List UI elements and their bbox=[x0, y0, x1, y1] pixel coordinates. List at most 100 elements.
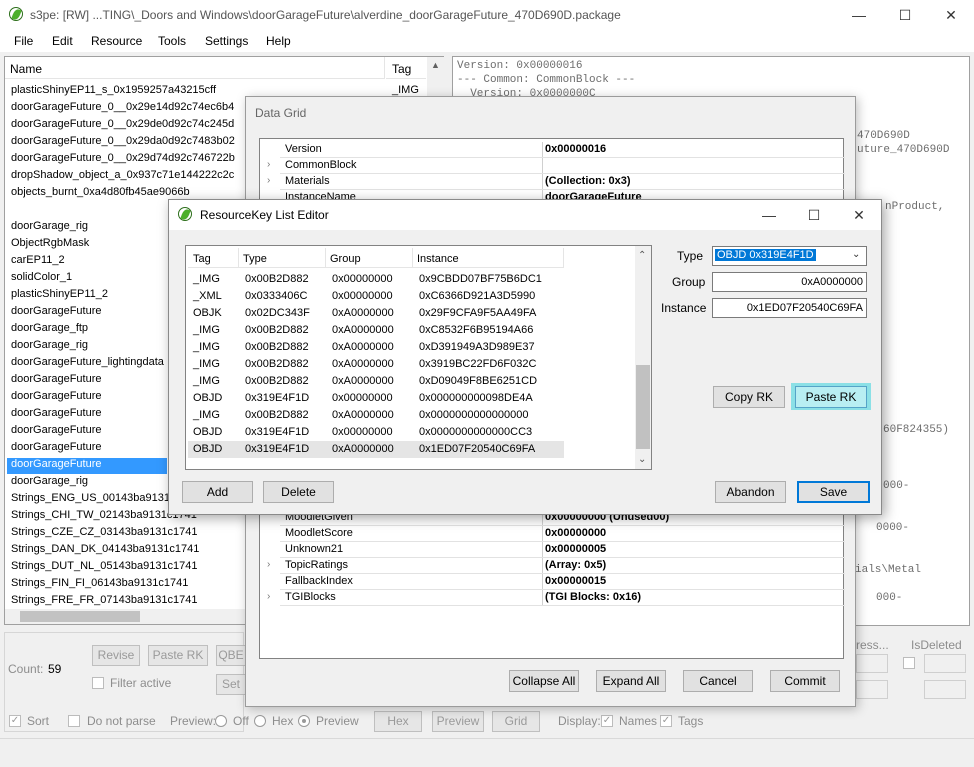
list-item[interactable]: doorGarageFuture bbox=[11, 373, 102, 385]
grid-button[interactable]: Grid bbox=[492, 711, 540, 732]
scroll-up-icon[interactable]: ⌃ bbox=[638, 250, 646, 261]
revise-button[interactable]: Revise bbox=[92, 645, 140, 666]
size-field[interactable] bbox=[856, 680, 888, 699]
grid-row[interactable]: MoodletScore 0x00000000 bbox=[260, 526, 845, 542]
off-radio[interactable] bbox=[215, 715, 227, 727]
editor-minimize-button[interactable]: — bbox=[746, 200, 792, 230]
rk-row[interactable]: _IMG 0x00B2D882 0xA0000000 0xD09049F8BE6251… bbox=[188, 373, 564, 390]
expand-all-button[interactable]: Expand All bbox=[596, 670, 666, 692]
column-group[interactable]: Group bbox=[330, 253, 361, 265]
column-header-tag[interactable]: Tag bbox=[386, 57, 426, 79]
rk-list-scrollbar[interactable]: ⌃ ⌄ bbox=[635, 246, 651, 469]
grid-property-value[interactable]: (TGI Blocks: 0x16) bbox=[545, 591, 641, 603]
rk-row[interactable]: _IMG 0x00B2D882 0xA0000000 0xD391949A3D989E… bbox=[188, 339, 564, 356]
minimize-button[interactable]: — bbox=[836, 0, 882, 30]
list-item[interactable]: doorGarageFuture bbox=[11, 305, 102, 317]
list-item[interactable]: Strings_DUT_NL_05143ba9131c1741 bbox=[11, 560, 198, 572]
list-item[interactable]: Strings_DAN_DK_04143ba9131c1741 bbox=[11, 543, 199, 555]
compression-field[interactable] bbox=[856, 654, 888, 673]
grid-row[interactable]: Version 0x00000016 bbox=[260, 142, 845, 158]
grid-row[interactable]: › TopicRatings (Array: 0x5) bbox=[260, 558, 845, 574]
rk-row[interactable]: OBJD 0x319E4F1D 0x00000000 0x000000000098DE… bbox=[188, 390, 564, 407]
rk-row[interactable]: OBJD 0x319E4F1D 0xA0000000 0x1ED07F20540C69… bbox=[188, 441, 564, 458]
scroll-thumb[interactable] bbox=[20, 611, 140, 622]
preview-radio[interactable] bbox=[298, 715, 310, 727]
menu-help[interactable]: Help bbox=[266, 34, 291, 48]
column-header-name[interactable]: Name bbox=[5, 57, 385, 79]
save-button[interactable]: Save bbox=[797, 481, 870, 503]
list-item[interactable]: solidColor_1 bbox=[11, 271, 72, 283]
column-instance[interactable]: Instance bbox=[417, 253, 459, 265]
commit-button[interactable]: Commit bbox=[770, 670, 840, 692]
expand-arrow-icon[interactable]: › bbox=[267, 591, 270, 602]
maximize-button[interactable]: ☐ bbox=[882, 0, 928, 30]
grid-property-value[interactable]: (Collection: 0x3) bbox=[545, 175, 631, 187]
scroll-up-icon[interactable]: ▲ bbox=[431, 60, 440, 70]
copy-rk-button[interactable]: Copy RK bbox=[713, 386, 785, 408]
cancel-button[interactable]: Cancel bbox=[683, 670, 753, 692]
expand-arrow-icon[interactable]: › bbox=[267, 175, 270, 186]
hex-radio[interactable] bbox=[254, 715, 266, 727]
close-button[interactable]: ✕ bbox=[928, 0, 974, 30]
collapse-all-button[interactable]: Collapse All bbox=[509, 670, 579, 692]
rk-row[interactable]: OBJK 0x02DC343F 0xA0000000 0x29F9CFA9F5AA49… bbox=[188, 305, 564, 322]
list-item[interactable]: doorGarageFuture_lightingdata bbox=[11, 356, 164, 368]
list-item[interactable]: Strings_FIN_FI_06143ba9131c1741 bbox=[11, 577, 188, 589]
grid-property-value[interactable]: 0x00000015 bbox=[545, 575, 606, 587]
list-item[interactable]: Strings_CZE_CZ_03143ba9131c1741 bbox=[11, 526, 198, 538]
grid-row[interactable]: Unknown21 0x00000005 bbox=[260, 542, 845, 558]
menu-edit[interactable]: Edit bbox=[52, 34, 73, 48]
rk-row[interactable]: _IMG 0x00B2D882 0x00000000 0x9CBDD07BF75B6D… bbox=[188, 271, 564, 288]
list-item[interactable]: doorGarageFuture bbox=[11, 441, 102, 453]
grid-row[interactable]: › TGIBlocks (TGI Blocks: 0x16) bbox=[260, 590, 845, 606]
list-item[interactable]: carEP11_2 bbox=[11, 254, 65, 266]
grid-row[interactable]: › CommonBlock bbox=[260, 158, 845, 174]
column-tag[interactable]: Tag bbox=[193, 253, 211, 265]
list-item[interactable]: doorGarage_rig bbox=[11, 475, 88, 487]
rk-row[interactable]: _IMG 0x00B2D882 0xA0000000 0x3919BC22FD6F03… bbox=[188, 356, 564, 373]
menu-resource[interactable]: Resource bbox=[91, 34, 142, 48]
memsize-field[interactable] bbox=[924, 680, 966, 699]
resourcekey-list[interactable]: Tag Type Group Instance _IMG 0x00B2D882 0x… bbox=[185, 245, 652, 470]
list-item[interactable]: doorGarageFuture_0__0x29de0d92c74c245d bbox=[11, 118, 234, 130]
rk-row[interactable]: _XML 0x0333406C 0x00000000 0xC6366D921A3D59… bbox=[188, 288, 564, 305]
names-checkbox[interactable]: ✓ bbox=[601, 715, 613, 727]
paste-rk-button-main[interactable]: Paste RK bbox=[148, 645, 208, 666]
instance-input[interactable]: 0x1ED07F20540C69FA bbox=[712, 298, 867, 318]
tags-checkbox[interactable]: ✓ bbox=[660, 715, 672, 727]
list-item[interactable]: ObjectRgbMask bbox=[11, 237, 89, 249]
list-item[interactable]: doorGarageFuture bbox=[7, 458, 167, 474]
list-item[interactable]: plasticShinyEP11_s_0x1959257a43215cff bbox=[11, 84, 216, 96]
editor-close-button[interactable]: ✕ bbox=[836, 200, 882, 230]
type-select[interactable]: OBJD 0x319E4F1D ⌄ bbox=[712, 246, 867, 266]
isdeleted-field[interactable] bbox=[924, 654, 966, 673]
list-item[interactable]: doorGarageFuture bbox=[11, 424, 102, 436]
menu-file[interactable]: File bbox=[14, 34, 33, 48]
list-item[interactable]: doorGarageFuture_0__0x29da0d92c7483b02 bbox=[11, 135, 235, 147]
menu-settings[interactable]: Settings bbox=[205, 34, 248, 48]
filter-active-checkbox[interactable] bbox=[92, 677, 104, 689]
grid-row[interactable]: › Materials (Collection: 0x3) bbox=[260, 174, 845, 190]
list-item[interactable]: objects_burnt_0xa4d80fb45ae9066b bbox=[11, 186, 190, 198]
editor-maximize-button[interactable]: ☐ bbox=[791, 200, 837, 230]
list-item[interactable]: doorGarageFuture_0__0x29d74d92c746722b bbox=[11, 152, 235, 164]
do-not-parse-checkbox[interactable] bbox=[68, 715, 80, 727]
paste-rk-button[interactable]: Paste RK bbox=[795, 386, 867, 408]
list-item[interactable]: doorGarageFuture_0__0x29e14d92c74ec6b4 bbox=[11, 101, 234, 113]
isdeleted-checkbox[interactable] bbox=[903, 657, 915, 669]
group-input[interactable]: 0xA0000000 bbox=[712, 272, 867, 292]
delete-button[interactable]: Delete bbox=[263, 481, 334, 503]
grid-row[interactable]: FallbackIndex 0x00000015 bbox=[260, 574, 845, 590]
list-item[interactable]: doorGarageFuture bbox=[11, 390, 102, 402]
abandon-button[interactable]: Abandon bbox=[715, 481, 786, 503]
set-button[interactable]: Set bbox=[216, 674, 246, 695]
expand-arrow-icon[interactable]: › bbox=[267, 559, 270, 570]
sort-checkbox[interactable]: ✓ bbox=[9, 715, 21, 727]
list-item[interactable]: doorGarage_ftp bbox=[11, 322, 88, 334]
scroll-thumb[interactable] bbox=[636, 365, 650, 449]
hex-button[interactable]: Hex bbox=[374, 711, 422, 732]
menu-tools[interactable]: Tools bbox=[158, 34, 186, 48]
list-item[interactable]: plasticShinyEP11_2 bbox=[11, 288, 108, 300]
rk-row[interactable]: _IMG 0x00B2D882 0xA0000000 0xC8532F6B95194A… bbox=[188, 322, 564, 339]
scroll-down-icon[interactable]: ⌄ bbox=[638, 454, 646, 465]
